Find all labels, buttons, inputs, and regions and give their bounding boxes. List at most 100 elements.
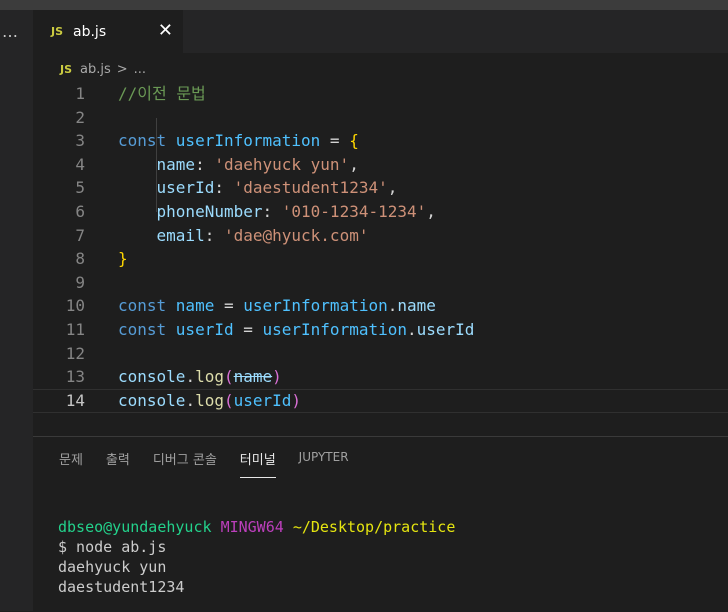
code-token: const bbox=[118, 131, 176, 151]
code-token: . bbox=[185, 390, 196, 410]
terminal-prompt-env: MINGW64 bbox=[220, 518, 284, 536]
code-token: 'daestudent1234' bbox=[233, 178, 388, 198]
line-number: 2 bbox=[75, 107, 85, 127]
terminal-prompt-user: dbseo@yundaehyuck bbox=[58, 518, 212, 536]
code-text: email: 'dae@hyuck.com' bbox=[118, 224, 369, 248]
code-text: userId: 'daestudent1234', bbox=[118, 176, 398, 200]
code-token: userId bbox=[416, 320, 475, 339]
code-token: = bbox=[214, 296, 244, 316]
code-token: userInformation bbox=[262, 320, 408, 339]
code-token: 'dae@hyuck.com' bbox=[223, 225, 369, 245]
code-token: const bbox=[118, 320, 176, 339]
chevron-right-icon: > bbox=[116, 61, 128, 77]
code-token: userInformation bbox=[243, 296, 388, 316]
code-token: log bbox=[195, 367, 224, 387]
panel-tab[interactable]: 디버그 콘솔 bbox=[153, 449, 217, 478]
panel-tabs: 문제 출력 디버그 콘솔 터미널 JUPYTER bbox=[59, 449, 372, 478]
code-token: : bbox=[204, 225, 224, 245]
code-text: const name = userInformation.name bbox=[118, 294, 436, 318]
code-line[interactable]: 5 userId: 'daestudent1234', bbox=[33, 176, 728, 200]
panel-tab[interactable]: 출력 bbox=[106, 449, 130, 478]
code-token: console bbox=[118, 390, 186, 410]
code-token: , bbox=[349, 154, 359, 174]
code-token: { bbox=[349, 131, 359, 151]
code-text: } bbox=[118, 247, 128, 271]
code-token: 'daehyuck yun' bbox=[214, 154, 350, 174]
line-number: 6 bbox=[75, 202, 85, 221]
code-text: console.log(userId) bbox=[118, 390, 301, 412]
breadcrumb-symbol[interactable]: ... bbox=[134, 62, 146, 77]
more-icon[interactable]: … bbox=[2, 22, 19, 41]
line-number: 1 bbox=[75, 84, 85, 103]
terminal-output[interactable]: dbseo@yundaehyuck MINGW64 ~/Desktop/prac… bbox=[58, 517, 455, 597]
line-number: 12 bbox=[65, 343, 85, 363]
bottom-panel: 문제 출력 디버그 콘솔 터미널 JUPYTER dbseo@yundaehyuck M… bbox=[33, 436, 728, 612]
breadcrumb-file[interactable]: ab.js bbox=[80, 62, 111, 77]
code-token: = bbox=[320, 131, 350, 151]
code-line[interactable]: 4 name: 'daehyuck yun', bbox=[33, 153, 728, 177]
panel-tab[interactable]: JUPYTER bbox=[299, 449, 349, 478]
code-line[interactable]: 8} bbox=[33, 247, 728, 271]
code-line[interactable]: 6 phoneNumber: '010-1234-1234', bbox=[33, 200, 728, 224]
close-icon[interactable]: ✕ bbox=[158, 21, 173, 41]
code-token: userId bbox=[175, 320, 234, 339]
tab-ab-js[interactable]: JS ab.js ✕ bbox=[33, 10, 183, 53]
code-text: //이전 문법 bbox=[118, 82, 206, 106]
code-text: console.log(name) bbox=[118, 365, 282, 389]
code-token: : bbox=[214, 178, 234, 198]
code-line[interactable]: 7 email: 'dae@hyuck.com' bbox=[33, 224, 728, 248]
editor-tab-bar: JS ab.js ✕ bbox=[33, 10, 728, 53]
code-text: phoneNumber: '010-1234-1234', bbox=[118, 200, 436, 224]
code-token: userId bbox=[233, 390, 292, 410]
code-line[interactable]: 9 bbox=[33, 271, 728, 295]
line-number: 7 bbox=[75, 225, 85, 245]
terminal-output-line: daestudent1234 bbox=[58, 578, 185, 596]
code-token: ( bbox=[223, 367, 234, 387]
code-line[interactable]: 13 console.log(name) bbox=[33, 365, 728, 389]
code-token: } bbox=[118, 249, 128, 269]
line-number: 11 bbox=[65, 320, 85, 339]
activity-bar: … bbox=[0, 10, 33, 611]
code-token: ) bbox=[272, 367, 282, 387]
terminal-command: $ node ab.js bbox=[58, 538, 167, 556]
code-token: , bbox=[426, 202, 436, 221]
code-token: name bbox=[118, 154, 196, 174]
code-token: console bbox=[118, 367, 186, 387]
panel-tab[interactable]: 터미널 bbox=[239, 449, 276, 478]
code-line[interactable]: 2 bbox=[33, 106, 728, 130]
breadcrumb: JS ab.js > ... bbox=[60, 58, 146, 80]
code-token: = bbox=[233, 320, 263, 339]
terminal-output-line: daehyuck yun bbox=[58, 558, 167, 576]
code-token: name bbox=[175, 296, 215, 316]
tab-label: ab.js bbox=[73, 23, 107, 40]
code-line[interactable]: 11 const userId = userInformation.userId bbox=[33, 318, 728, 342]
javascript-file-icon: JS bbox=[60, 62, 73, 76]
code-token: const bbox=[118, 296, 176, 316]
code-line[interactable]: 10 const name = userInformation.name bbox=[33, 294, 728, 318]
code-token: userId bbox=[118, 178, 215, 198]
code-line[interactable]: 3 const userInformation = { bbox=[33, 129, 728, 153]
code-text: name: 'daehyuck yun', bbox=[118, 153, 359, 177]
line-number: 8 bbox=[75, 249, 85, 269]
code-token: name bbox=[233, 367, 273, 387]
code-editor[interactable]: 1 //이전 문법 2 3 const userInformation = {4 nam… bbox=[33, 82, 728, 422]
code-line[interactable]: 1 //이전 문법 bbox=[33, 82, 728, 106]
code-token: userInformation bbox=[175, 131, 321, 151]
line-number: 5 bbox=[75, 178, 85, 198]
code-token: , bbox=[387, 178, 398, 198]
line-number: 9 bbox=[75, 272, 85, 292]
code-token: name bbox=[397, 296, 436, 316]
code-line[interactable]: 14 console.log(userId) bbox=[33, 388, 728, 413]
line-number: 3 bbox=[75, 131, 85, 151]
code-text: const userId = userInformation.userId bbox=[118, 318, 474, 342]
code-token: : bbox=[195, 154, 215, 174]
line-number: 14 bbox=[65, 390, 85, 410]
code-token: . bbox=[185, 367, 196, 387]
line-number: 4 bbox=[75, 154, 85, 174]
code-token: ) bbox=[291, 390, 302, 410]
code-token: email bbox=[118, 225, 205, 245]
panel-tab[interactable]: 문제 bbox=[59, 449, 83, 478]
code-token: phoneNumber bbox=[118, 202, 263, 221]
code-token: ( bbox=[223, 390, 234, 410]
code-line[interactable]: 12 bbox=[33, 342, 728, 366]
